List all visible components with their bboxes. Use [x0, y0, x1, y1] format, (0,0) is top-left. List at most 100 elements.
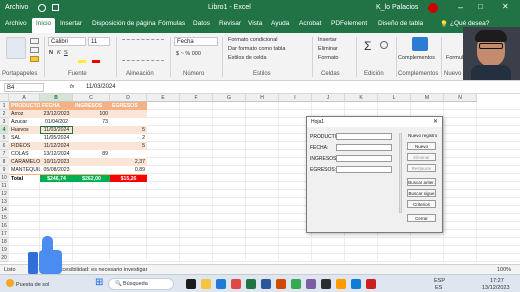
windows-start-icon[interactable]: ⊞: [95, 277, 103, 288]
font-size-select[interactable]: 11: [88, 37, 110, 46]
form-input-ingresos[interactable]: [336, 155, 392, 162]
table-cell[interactable]: 5: [110, 142, 147, 150]
conditional-format-button[interactable]: Formato condicional: [228, 37, 278, 43]
bold-icon[interactable]: N: [49, 50, 53, 56]
sum-icon[interactable]: Σ: [364, 39, 371, 53]
table-cell[interactable]: [73, 158, 110, 166]
delete-record-button[interactable]: Eliminar: [407, 153, 436, 161]
copy-icon[interactable]: [30, 47, 39, 53]
excel-taskbar-icon[interactable]: [246, 279, 256, 289]
addins-icon[interactable]: [412, 37, 428, 51]
table-cell[interactable]: 0,89: [110, 166, 147, 174]
find-next-button[interactable]: Buscar sigue: [407, 189, 436, 197]
fill-color-icon[interactable]: [78, 60, 86, 63]
find-prev-button[interactable]: Buscar anter.: [407, 178, 436, 186]
obs-icon[interactable]: [321, 279, 331, 289]
number-format-select[interactable]: Fecha: [174, 37, 218, 46]
total-cell[interactable]: $15,26: [110, 174, 147, 182]
table-cell[interactable]: 10/11/2023: [40, 158, 73, 166]
vlc-icon[interactable]: [336, 279, 346, 289]
weather-text[interactable]: Puesta de sol: [16, 282, 49, 288]
save-icon[interactable]: [52, 4, 59, 11]
underline-icon[interactable]: S: [64, 50, 68, 56]
layout-indicator[interactable]: ES: [435, 285, 442, 291]
form-input-egresos[interactable]: [336, 166, 392, 173]
word-icon[interactable]: [261, 279, 271, 289]
total-cell[interactable]: $262,00: [73, 174, 110, 182]
select-all-corner[interactable]: [0, 94, 9, 102]
column-header[interactable]: K: [345, 94, 378, 102]
minimize-icon[interactable]: –: [458, 2, 463, 12]
format-painter-icon[interactable]: [30, 56, 39, 62]
dialog-close-icon[interactable]: ✕: [433, 118, 438, 125]
font-color-icon[interactable]: [92, 60, 100, 63]
tab-archivo[interactable]: Archivo: [5, 20, 27, 27]
criteria-button[interactable]: Criterios: [407, 200, 436, 208]
column-header[interactable]: A: [9, 94, 40, 102]
table-header-cell[interactable]: INGRESOS: [73, 102, 110, 110]
column-header[interactable]: G: [213, 94, 246, 102]
taskview-icon[interactable]: [186, 279, 196, 289]
column-header[interactable]: D: [110, 94, 147, 102]
tab-revisar[interactable]: Revisar: [219, 20, 241, 27]
currency-icon[interactable]: $ ~ % 000: [176, 51, 201, 57]
table-header-cell[interactable]: PRODUCTO: [9, 102, 40, 110]
tab-acrobat[interactable]: Acrobat: [299, 20, 321, 27]
tab-vista[interactable]: Vista: [248, 20, 262, 27]
column-header[interactable]: C: [73, 94, 110, 102]
column-header[interactable]: J: [312, 94, 345, 102]
autosave-label[interactable]: Archivo: [5, 4, 28, 11]
table-header-cell[interactable]: FECHA: [40, 102, 73, 110]
table-cell[interactable]: [73, 166, 110, 174]
store-icon[interactable]: [231, 279, 241, 289]
table-cell[interactable]: 01/04/202: [40, 118, 73, 126]
user-avatar[interactable]: [428, 3, 438, 13]
app-icon[interactable]: [306, 279, 316, 289]
column-header[interactable]: I: [279, 94, 312, 102]
column-header[interactable]: N: [444, 94, 477, 102]
addins-button[interactable]: Complementos: [398, 55, 435, 61]
table-format-button[interactable]: Dar formato como tabla: [228, 46, 285, 52]
cell-styles-button[interactable]: Estilos de celda: [228, 55, 267, 61]
form-scrollbar[interactable]: [399, 133, 402, 213]
column-header[interactable]: L: [378, 94, 411, 102]
table-cell[interactable]: 23/12/2023: [40, 110, 73, 118]
edge-icon[interactable]: [216, 279, 226, 289]
table-cell[interactable]: 05/08/2023: [40, 166, 73, 174]
tab-diseno-tabla[interactable]: Diseño de tabla: [378, 20, 423, 27]
alignment-icon[interactable]: [122, 39, 164, 61]
table-cell[interactable]: 11/05/2024: [40, 134, 73, 142]
table-cell[interactable]: 89: [73, 150, 110, 158]
column-header[interactable]: M: [411, 94, 444, 102]
maximize-icon[interactable]: □: [478, 2, 483, 11]
tab-datos[interactable]: Datos: [193, 20, 210, 27]
formula-button[interactable]: Formul: [446, 55, 463, 61]
format-cells-button[interactable]: Formato: [318, 55, 338, 61]
clock-time[interactable]: 17:27: [490, 278, 504, 284]
table-cell[interactable]: MANTEQUILLA: [9, 166, 40, 174]
table-cell[interactable]: 13/12/2024: [40, 150, 73, 158]
tell-me-input[interactable]: ¿Qué desea?: [450, 20, 489, 27]
tab-formulas[interactable]: Fórmulas: [158, 20, 185, 27]
table-cell[interactable]: [110, 150, 147, 158]
zoom-icon[interactable]: [351, 279, 361, 289]
restore-button[interactable]: Restaurar: [407, 164, 436, 172]
paste-icon[interactable]: [6, 37, 26, 59]
column-header[interactable]: B: [40, 94, 73, 102]
table-cell[interactable]: [73, 142, 110, 150]
name-box[interactable]: B4: [4, 83, 44, 92]
form-input-producto[interactable]: [336, 133, 392, 140]
tab-disposicion[interactable]: Disposición de página: [92, 20, 156, 27]
table-cell[interactable]: [110, 118, 147, 126]
fx-icon[interactable]: fx: [70, 84, 74, 90]
powerpoint-icon[interactable]: [276, 279, 286, 289]
table-cell[interactable]: Huevos: [9, 126, 40, 134]
delete-cells-button[interactable]: Eliminar: [318, 46, 338, 52]
table-cell[interactable]: [110, 110, 147, 118]
tab-pdfelement[interactable]: PDFelement: [331, 20, 367, 27]
table-cell[interactable]: CARAMELOS: [9, 158, 40, 166]
user-name[interactable]: K_lo Palacios: [376, 4, 418, 11]
table-cell[interactable]: 73: [73, 118, 110, 126]
zoom-level[interactable]: 100%: [497, 267, 511, 273]
total-cell[interactable]: Total: [9, 174, 40, 182]
